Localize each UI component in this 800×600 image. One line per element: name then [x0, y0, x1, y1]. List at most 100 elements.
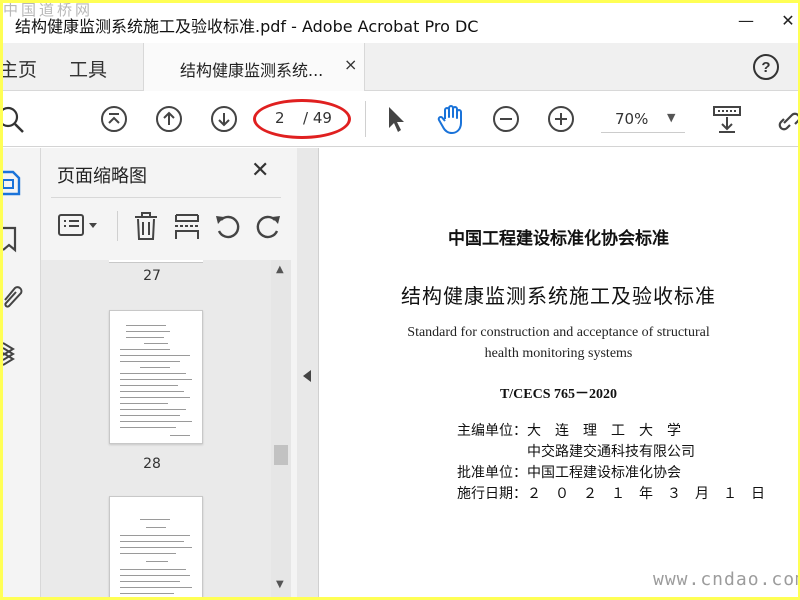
- watermark-bottom: www.cndao.com: [653, 569, 798, 590]
- doc-title: 结构健康监测系统施工及验收标准: [401, 284, 716, 308]
- help-icon[interactable]: ?: [752, 53, 780, 85]
- trash-icon[interactable]: [133, 211, 159, 245]
- thumbnail-text-line: [120, 385, 178, 386]
- panel-toolbar: [41, 203, 297, 253]
- doc-organization: 中国工程建设标准化协会标准: [448, 229, 669, 249]
- thumbnail-text-line: [144, 343, 168, 344]
- attachment-icon[interactable]: [3, 282, 25, 316]
- toolbar-divider: [365, 101, 366, 137]
- toolbar: 2 / 49 70% ▼: [3, 91, 798, 147]
- thumbnail-text-line: [140, 519, 170, 520]
- thumbnail-text-line: [120, 593, 174, 594]
- thumbnails-panel: 页面缩略图 ✕ 27 28 ▲ ▼: [41, 148, 297, 597]
- doc-approver: 中国工程建设标准化协会: [527, 465, 681, 481]
- thumbnail-text-line: [120, 403, 168, 404]
- thumbnail-text-line: [120, 355, 190, 356]
- thumbnail-page-28[interactable]: [109, 496, 203, 597]
- highlight-oval: [253, 99, 351, 139]
- thumbnail-text-line: [120, 581, 180, 582]
- tab-bar: 主页 工具 结构健康监测系统... × ?: [3, 43, 798, 91]
- panel-close-button[interactable]: ✕: [251, 158, 269, 183]
- prev-page-icon[interactable]: [154, 104, 184, 138]
- panel-splitter[interactable]: [297, 148, 319, 597]
- rotate-ccw-icon[interactable]: [213, 211, 243, 245]
- title-bar: 中国道桥网 结构健康监测系统施工及验收标准.pdf - Adobe Acroba…: [3, 3, 798, 43]
- panel-tool-divider: [117, 211, 118, 241]
- thumbnail-text-line: [120, 553, 176, 554]
- thumbnail-text-line: [120, 349, 170, 350]
- thumbnail-scrollbar[interactable]: ▲ ▼: [271, 260, 291, 597]
- chevron-down-icon: ▼: [667, 111, 676, 124]
- first-page-icon[interactable]: [99, 104, 129, 138]
- thumbnail-page-27[interactable]: [109, 310, 203, 444]
- thumbnail-text-line: [170, 435, 190, 436]
- thumbnail-text-line: [126, 331, 170, 332]
- thumbnail-text-line: [120, 409, 186, 410]
- thumbnail-text-line: [120, 547, 192, 548]
- tab-document[interactable]: 结构健康监测系统... ×: [143, 43, 365, 91]
- thumbnail-text-line: [120, 397, 190, 398]
- search-icon[interactable]: [3, 105, 27, 139]
- doc-date: ２ ０ ２ １ 年 ３ 月 １ 日: [527, 486, 765, 502]
- zoom-value: 70%: [615, 110, 649, 128]
- thumbnail-text-line: [120, 415, 180, 416]
- thumbnail-text-line: [120, 541, 184, 542]
- thumbnail-label-27: 27: [143, 268, 161, 284]
- left-rail: [3, 148, 41, 597]
- layers-icon[interactable]: [3, 340, 25, 374]
- zoom-in-icon[interactable]: [546, 104, 576, 138]
- options-menu-icon[interactable]: [57, 211, 101, 245]
- scroll-mode-icon[interactable]: [711, 103, 743, 139]
- window-title: 结构健康监测系统施工及验收标准.pdf - Adobe Acrobat Pro …: [15, 17, 479, 36]
- thumbnail-text-line: [126, 337, 164, 338]
- close-window-button[interactable]: ✕: [773, 11, 798, 30]
- thumbnail-text-line: [140, 367, 170, 368]
- panel-divider: [51, 197, 281, 198]
- scroll-down-icon[interactable]: ▼: [276, 579, 284, 590]
- thumbnail-text-line: [126, 325, 166, 326]
- pointer-icon[interactable]: [383, 104, 409, 138]
- zoom-select[interactable]: 70% ▼: [601, 107, 685, 133]
- thumbnail-text-line: [120, 421, 192, 422]
- page-thumbnails-icon[interactable]: [3, 166, 25, 202]
- hand-icon[interactable]: [435, 103, 467, 139]
- thumbnail-prev-edge: [109, 260, 203, 263]
- tab-home[interactable]: 主页: [3, 55, 37, 82]
- minimize-button[interactable]: —: [731, 11, 761, 30]
- doc-english-title-line2: health monitoring systems: [484, 346, 633, 361]
- app-window: 中国道桥网 结构健康监测系统施工及验收标准.pdf - Adobe Acroba…: [3, 3, 798, 597]
- doc-editor-2: 中交路建交通科技有限公司: [527, 444, 695, 460]
- doc-approver-label: 批准单位：: [457, 465, 527, 481]
- scrollbar-thumb[interactable]: [274, 445, 288, 465]
- rotate-cw-icon[interactable]: [253, 211, 283, 245]
- thumbnail-text-line: [120, 569, 186, 570]
- link-icon[interactable]: [778, 105, 798, 137]
- doc-date-label: 施行日期：: [457, 486, 527, 502]
- doc-editor-1: 大 连 理 工 大 学: [527, 423, 681, 439]
- thumbnail-text-line: [120, 391, 184, 392]
- doc-standard-code: T/CECS 765－2020: [499, 387, 618, 402]
- svg-text:?: ?: [761, 59, 770, 76]
- thumbnail-text-line: [120, 575, 190, 576]
- thumbnail-text-line: [120, 379, 192, 380]
- thumbnail-text-line: [146, 561, 168, 562]
- next-page-icon[interactable]: [209, 104, 239, 138]
- tab-document-label: 结构健康监测系统...: [180, 61, 324, 80]
- thumbnail-text-line: [120, 427, 176, 428]
- document-view[interactable]: 中国工程建设标准化协会标准 结构健康监测系统施工及验收标准 Standard f…: [319, 148, 798, 597]
- panel-title: 页面缩略图: [57, 166, 147, 187]
- thumbnail-list[interactable]: 27 28: [41, 260, 271, 597]
- doc-editor-label: 主编单位：: [457, 423, 527, 439]
- thumbnail-text-line: [120, 361, 180, 362]
- insert-page-icon[interactable]: [173, 211, 201, 245]
- thumbnail-label-28: 28: [143, 456, 161, 472]
- thumbnail-text-line: [146, 527, 166, 528]
- scroll-up-icon[interactable]: ▲: [276, 264, 284, 275]
- doc-english-title-line1: Standard for construction and acceptance…: [407, 325, 710, 340]
- bookmark-icon[interactable]: [3, 224, 23, 258]
- collapse-panel-icon[interactable]: [303, 370, 311, 382]
- zoom-out-icon[interactable]: [491, 104, 521, 138]
- tab-close-button[interactable]: ×: [344, 55, 357, 74]
- tab-tools[interactable]: 工具: [69, 55, 107, 82]
- thumbnail-text-line: [120, 535, 190, 536]
